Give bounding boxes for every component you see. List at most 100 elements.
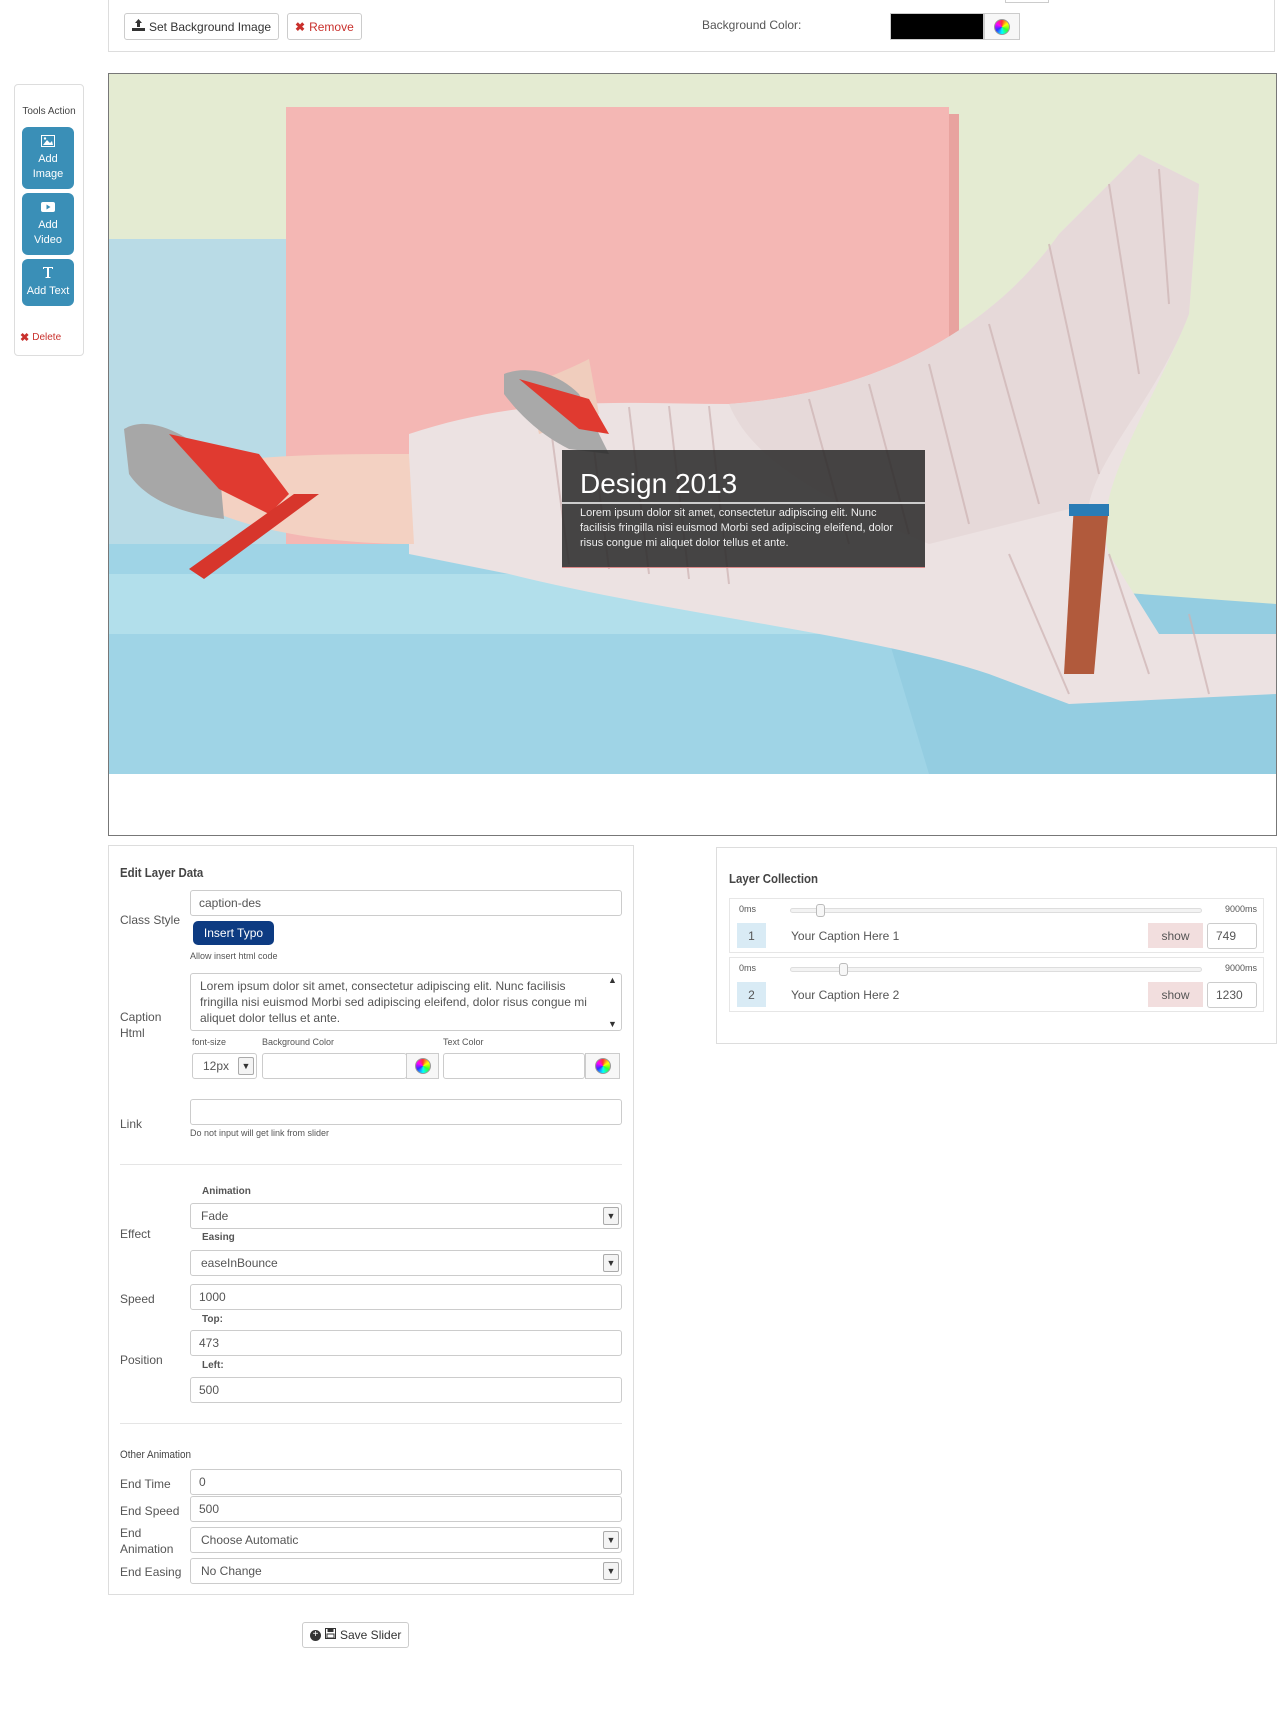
animation-value: Fade xyxy=(201,1209,229,1223)
save-slider-button[interactable]: + Save Slider xyxy=(302,1622,410,1648)
background-toolbar xyxy=(108,0,1275,52)
position-top-input[interactable]: 473 xyxy=(190,1330,622,1356)
caption-text: Lorem ipsum dolor sit amet, consectetur … xyxy=(580,507,894,549)
caption-html-textarea[interactable]: Lorem ipsum dolor sit amet, consectetur … xyxy=(190,973,622,1031)
bg-color-label: Background Color xyxy=(262,1037,335,1047)
remove-background-button[interactable]: ✖ Remove xyxy=(287,13,362,40)
chevron-down-icon: ▼ xyxy=(603,1207,619,1225)
class-style-label: Class Style xyxy=(120,913,181,927)
caption-divider xyxy=(562,502,925,504)
other-animation-title: Other Animation xyxy=(120,1449,191,1461)
left-label: Left: xyxy=(202,1360,224,1371)
animation-label: Animation xyxy=(202,1186,251,1197)
end-easing-label: End Easing xyxy=(120,1565,182,1579)
allow-html-note: Allow insert html code xyxy=(190,951,278,961)
image-icon xyxy=(41,134,55,152)
slide-canvas[interactable]: Design 2013 Lorem ipsum dolor sit amet, … xyxy=(108,73,1277,836)
chevron-down-icon: ▼ xyxy=(238,1057,254,1075)
class-style-input[interactable]: caption-des xyxy=(190,890,622,916)
easing-label: Easing xyxy=(202,1232,235,1243)
timeline-slider-handle[interactable] xyxy=(816,904,825,917)
end-speed-input[interactable]: 500 xyxy=(190,1496,622,1522)
layer-name[interactable]: Your Caption Here 2 xyxy=(791,988,899,1002)
background-color-label: Background Color: xyxy=(702,18,802,32)
add-video-button[interactable]: Add Video xyxy=(22,193,74,255)
delete-button[interactable]: ✖ Delete xyxy=(20,331,61,344)
save-icon xyxy=(325,1628,336,1642)
scroll-up-icon[interactable]: ▲ xyxy=(608,975,617,985)
link-input[interactable] xyxy=(190,1099,622,1125)
timeline-min-label: 0ms xyxy=(739,904,757,914)
add-video-label: Add Video xyxy=(34,218,62,246)
layer-name[interactable]: Your Caption Here 1 xyxy=(791,929,899,943)
add-text-button[interactable]: Add Text xyxy=(22,259,74,306)
timeline-slider-handle[interactable] xyxy=(839,963,848,976)
layer-collection-title: Layer Collection xyxy=(729,871,819,886)
layer-time-input[interactable]: 1230 xyxy=(1207,982,1257,1008)
text-color-label: Text Color xyxy=(443,1037,484,1047)
text-icon xyxy=(42,266,54,284)
set-background-image-button[interactable]: Set Background Image xyxy=(124,13,280,40)
end-time-input[interactable]: 0 xyxy=(190,1469,622,1495)
layer-time-input[interactable]: 749 xyxy=(1207,923,1257,949)
end-animation-select[interactable]: Choose Automatic ▼ xyxy=(190,1527,622,1553)
end-speed-label: End Speed xyxy=(120,1504,180,1518)
color-wheel-icon xyxy=(594,1058,611,1074)
bg-color-picker-button[interactable] xyxy=(406,1053,439,1079)
layer-index-badge: 1 xyxy=(737,923,766,948)
end-animation-label: End Animation xyxy=(120,1526,174,1556)
set-background-image-label: Set Background Image xyxy=(149,19,272,34)
bg-color-input[interactable] xyxy=(262,1053,407,1079)
layer-index-badge: 2 xyxy=(737,982,766,1007)
insert-typo-button[interactable]: Insert Typo xyxy=(193,921,274,945)
end-easing-value: No Change xyxy=(201,1564,262,1578)
tools-title: Tools Action xyxy=(22,106,76,117)
chevron-down-icon: ▼ xyxy=(603,1254,619,1272)
textarea-scrollbar[interactable]: ▲ ▼ xyxy=(606,975,619,1029)
timeline-max-label: 9000ms xyxy=(1224,963,1257,973)
text-color-input[interactable] xyxy=(443,1053,585,1079)
delete-label: Delete xyxy=(32,332,62,343)
link-label: Link xyxy=(120,1117,143,1131)
layer-row[interactable]: 0ms 9000ms 2 Your Caption Here 2 show 1230 xyxy=(729,957,1264,1012)
chevron-down-icon: ▼ xyxy=(603,1531,619,1549)
end-animation-value: Choose Automatic xyxy=(201,1533,299,1547)
section-divider xyxy=(120,1164,622,1165)
end-time-label: End Time xyxy=(120,1477,171,1491)
close-icon: ✖ xyxy=(295,19,306,34)
speed-input[interactable]: 1000 xyxy=(190,1284,622,1310)
scroll-down-icon[interactable]: ▼ xyxy=(608,1019,617,1029)
font-size-select[interactable]: 12px ▼ xyxy=(192,1053,257,1079)
effect-label: Effect xyxy=(120,1227,151,1241)
timeline-slider-track[interactable] xyxy=(790,908,1202,913)
add-image-button[interactable]: Add Image xyxy=(22,127,74,189)
background-color-swatch[interactable] xyxy=(890,13,984,40)
font-size-value: 12px xyxy=(203,1059,230,1073)
end-easing-select[interactable]: No Change ▼ xyxy=(190,1558,622,1584)
easing-select[interactable]: easeInBounce ▼ xyxy=(190,1250,622,1276)
timeline-max-label: 9000ms xyxy=(1224,904,1257,914)
section-divider xyxy=(120,1423,622,1424)
animation-select[interactable]: Fade ▼ xyxy=(190,1203,622,1229)
chevron-down-icon: ▼ xyxy=(603,1562,619,1580)
layer-row[interactable]: 0ms 9000ms 1 Your Caption Here 1 show 749 xyxy=(729,898,1264,953)
font-size-label: font-size xyxy=(192,1037,227,1047)
top-label: Top: xyxy=(202,1314,223,1325)
position-left-input[interactable]: 500 xyxy=(190,1377,622,1403)
position-label: Position xyxy=(120,1353,163,1367)
show-layer-button[interactable]: show xyxy=(1148,982,1203,1007)
color-wheel-icon xyxy=(994,18,1010,35)
text-color-picker-button[interactable] xyxy=(585,1053,620,1079)
timeline-min-label: 0ms xyxy=(739,963,757,973)
plus-circle-icon: + xyxy=(310,1629,321,1641)
caption-title: Design 2013 xyxy=(580,468,738,499)
link-note: Do not input will get link from slider xyxy=(190,1128,330,1138)
timeline-slider-track[interactable] xyxy=(790,967,1202,972)
caption-layer[interactable]: Design 2013 Lorem ipsum dolor sit amet, … xyxy=(562,450,925,568)
show-layer-button[interactable]: show xyxy=(1148,923,1203,948)
remove-label: Remove xyxy=(309,19,354,34)
background-color-picker-button[interactable] xyxy=(984,13,1020,40)
slide-background-image xyxy=(109,74,1276,774)
video-icon xyxy=(41,201,55,218)
easing-value: easeInBounce xyxy=(201,1256,278,1270)
